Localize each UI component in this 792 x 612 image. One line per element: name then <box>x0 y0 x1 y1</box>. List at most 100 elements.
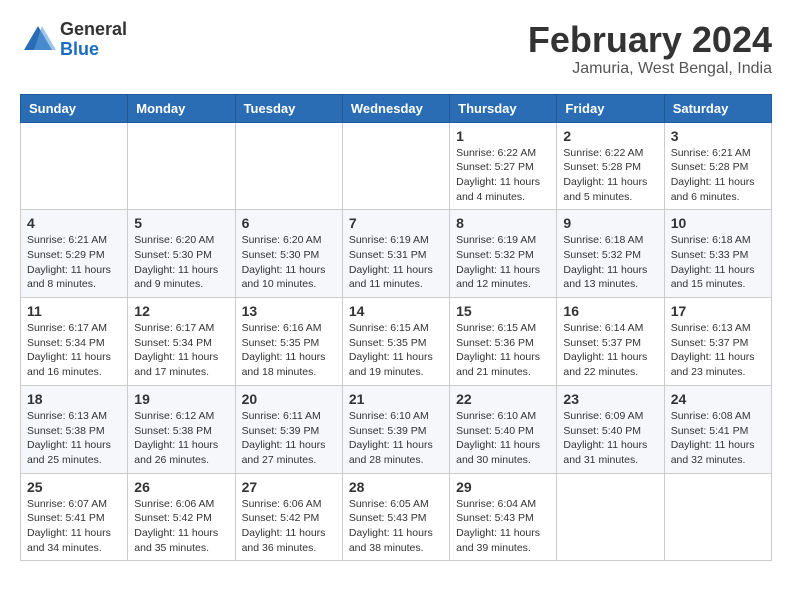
calendar-cell: 29Sunrise: 6:04 AM Sunset: 5:43 PM Dayli… <box>450 473 557 561</box>
day-info: Sunrise: 6:13 AM Sunset: 5:37 PM Dayligh… <box>671 321 765 380</box>
day-info: Sunrise: 6:18 AM Sunset: 5:32 PM Dayligh… <box>563 233 657 292</box>
day-number: 8 <box>456 215 550 231</box>
logo-icon <box>20 22 56 58</box>
day-number: 22 <box>456 391 550 407</box>
calendar-cell: 17 Sunrise: 6:13 AM Sunset: 5:37 PM Dayli… <box>664 298 771 386</box>
calendar-week-row: 11 Sunrise: 6:17 AM Sunset: 5:34 PM Dayli… <box>21 298 772 386</box>
day-number: 16 <box>563 303 657 319</box>
calendar-cell: 4 Sunrise: 6:21 AM Sunset: 5:29 PM Daylig… <box>21 210 128 298</box>
day-info: Sunrise: 6:05 AM Sunset: 5:43 PM Dayligh… <box>349 497 443 556</box>
day-number: 3 <box>671 128 765 144</box>
day-number: 5 <box>134 215 228 231</box>
calendar-day-header: Saturday <box>664 94 771 122</box>
day-info: Sunrise: 6:17 AM Sunset: 5:34 PM Dayligh… <box>134 321 228 380</box>
day-info: Sunrise: 6:18 AM Sunset: 5:33 PM Dayligh… <box>671 233 765 292</box>
day-number: 25 <box>27 479 121 495</box>
title-block: February 2024 Jamuria, West Bengal, Indi… <box>528 20 772 78</box>
day-info: Sunrise: 6:13 AM Sunset: 5:38 PM Dayligh… <box>27 409 121 468</box>
calendar-cell: 19 Sunrise: 6:12 AM Sunset: 5:38 PM Dayli… <box>128 385 235 473</box>
day-number: 19 <box>134 391 228 407</box>
day-number: 18 <box>27 391 121 407</box>
calendar-cell: 13 Sunrise: 6:16 AM Sunset: 5:35 PM Dayli… <box>235 298 342 386</box>
day-info: Sunrise: 6:09 AM Sunset: 5:40 PM Dayligh… <box>563 409 657 468</box>
subtitle: Jamuria, West Bengal, India <box>528 60 772 78</box>
calendar-cell: 6 Sunrise: 6:20 AM Sunset: 5:30 PM Daylig… <box>235 210 342 298</box>
calendar-cell: 12 Sunrise: 6:17 AM Sunset: 5:34 PM Dayli… <box>128 298 235 386</box>
day-info: Sunrise: 6:19 AM Sunset: 5:32 PM Dayligh… <box>456 233 550 292</box>
calendar-cell <box>664 473 771 561</box>
day-number: 28 <box>349 479 443 495</box>
calendar-week-row: 1 Sunrise: 6:22 AM Sunset: 5:27 PM Daylig… <box>21 122 772 210</box>
calendar-cell: 21 Sunrise: 6:10 AM Sunset: 5:39 PM Dayli… <box>342 385 449 473</box>
calendar-day-header: Wednesday <box>342 94 449 122</box>
calendar-cell: 2Sunrise: 6:22 AM Sunset: 5:28 PM Daylig… <box>557 122 664 210</box>
day-info: Sunrise: 6:20 AM Sunset: 5:30 PM Dayligh… <box>242 233 336 292</box>
calendar-week-row: 4 Sunrise: 6:21 AM Sunset: 5:29 PM Daylig… <box>21 210 772 298</box>
day-number: 26 <box>134 479 228 495</box>
calendar-week-row: 25 Sunrise: 6:07 AM Sunset: 5:41 PM Dayli… <box>21 473 772 561</box>
calendar-cell <box>128 122 235 210</box>
day-info: Sunrise: 6:12 AM Sunset: 5:38 PM Dayligh… <box>134 409 228 468</box>
day-number: 24 <box>671 391 765 407</box>
day-info: Sunrise: 6:06 AM Sunset: 5:42 PM Dayligh… <box>134 497 228 556</box>
day-info: Sunrise: 6:04 AM Sunset: 5:43 PM Dayligh… <box>456 497 550 556</box>
day-number: 12 <box>134 303 228 319</box>
calendar-cell: 15 Sunrise: 6:15 AM Sunset: 5:36 PM Dayli… <box>450 298 557 386</box>
calendar-header-row: SundayMondayTuesdayWednesdayThursdayFrid… <box>21 94 772 122</box>
day-number: 9 <box>563 215 657 231</box>
day-number: 15 <box>456 303 550 319</box>
calendar-cell: 11 Sunrise: 6:17 AM Sunset: 5:34 PM Dayli… <box>21 298 128 386</box>
day-info: Sunrise: 6:19 AM Sunset: 5:31 PM Dayligh… <box>349 233 443 292</box>
day-number: 2 <box>563 128 657 144</box>
calendar-day-header: Friday <box>557 94 664 122</box>
day-number: 14 <box>349 303 443 319</box>
day-number: 10 <box>671 215 765 231</box>
calendar-day-header: Thursday <box>450 94 557 122</box>
logo-general: General <box>60 19 127 39</box>
day-number: 4 <box>27 215 121 231</box>
day-number: 21 <box>349 391 443 407</box>
calendar-cell: 16 Sunrise: 6:14 AM Sunset: 5:37 PM Dayli… <box>557 298 664 386</box>
calendar-day-header: Monday <box>128 94 235 122</box>
calendar-cell: 18 Sunrise: 6:13 AM Sunset: 5:38 PM Dayli… <box>21 385 128 473</box>
day-info: Sunrise: 6:22 AM Sunset: 5:27 PM Dayligh… <box>456 146 550 205</box>
calendar-cell: 1 Sunrise: 6:22 AM Sunset: 5:27 PM Daylig… <box>450 122 557 210</box>
calendar-cell: 5 Sunrise: 6:20 AM Sunset: 5:30 PM Daylig… <box>128 210 235 298</box>
day-number: 23 <box>563 391 657 407</box>
day-info: Sunrise: 6:08 AM Sunset: 5:41 PM Dayligh… <box>671 409 765 468</box>
day-info: Sunrise: 6:16 AM Sunset: 5:35 PM Dayligh… <box>242 321 336 380</box>
day-number: 7 <box>349 215 443 231</box>
calendar-cell: 24 Sunrise: 6:08 AM Sunset: 5:41 PM Dayli… <box>664 385 771 473</box>
calendar-table: SundayMondayTuesdayWednesdayThursdayFrid… <box>20 94 772 562</box>
day-info: Sunrise: 6:15 AM Sunset: 5:35 PM Dayligh… <box>349 321 443 380</box>
day-info: Sunrise: 6:07 AM Sunset: 5:41 PM Dayligh… <box>27 497 121 556</box>
day-number: 6 <box>242 215 336 231</box>
calendar-cell: 27Sunrise: 6:06 AM Sunset: 5:42 PM Dayli… <box>235 473 342 561</box>
calendar-cell <box>557 473 664 561</box>
main-title: February 2024 <box>528 20 772 60</box>
day-info: Sunrise: 6:20 AM Sunset: 5:30 PM Dayligh… <box>134 233 228 292</box>
day-number: 11 <box>27 303 121 319</box>
calendar-cell <box>342 122 449 210</box>
calendar-cell <box>21 122 128 210</box>
calendar-cell: 26 Sunrise: 6:06 AM Sunset: 5:42 PM Dayli… <box>128 473 235 561</box>
calendar-cell: 9 Sunrise: 6:18 AM Sunset: 5:32 PM Daylig… <box>557 210 664 298</box>
day-info: Sunrise: 6:21 AM Sunset: 5:29 PM Dayligh… <box>27 233 121 292</box>
calendar-cell: 25 Sunrise: 6:07 AM Sunset: 5:41 PM Dayli… <box>21 473 128 561</box>
page-header: General Blue February 2024 Jamuria, West… <box>20 20 772 78</box>
calendar-cell: 7 Sunrise: 6:19 AM Sunset: 5:31 PM Daylig… <box>342 210 449 298</box>
calendar-cell: 14 Sunrise: 6:15 AM Sunset: 5:35 PM Dayli… <box>342 298 449 386</box>
day-number: 13 <box>242 303 336 319</box>
logo-text: General Blue <box>60 20 127 60</box>
calendar-cell: 10 Sunrise: 6:18 AM Sunset: 5:33 PM Dayli… <box>664 210 771 298</box>
day-info: Sunrise: 6:10 AM Sunset: 5:39 PM Dayligh… <box>349 409 443 468</box>
day-info: Sunrise: 6:14 AM Sunset: 5:37 PM Dayligh… <box>563 321 657 380</box>
day-info: Sunrise: 6:17 AM Sunset: 5:34 PM Dayligh… <box>27 321 121 380</box>
day-info: Sunrise: 6:15 AM Sunset: 5:36 PM Dayligh… <box>456 321 550 380</box>
day-info: Sunrise: 6:11 AM Sunset: 5:39 PM Dayligh… <box>242 409 336 468</box>
day-number: 17 <box>671 303 765 319</box>
day-number: 1 <box>456 128 550 144</box>
calendar-week-row: 18 Sunrise: 6:13 AM Sunset: 5:38 PM Dayli… <box>21 385 772 473</box>
calendar-cell: 22Sunrise: 6:10 AM Sunset: 5:40 PM Dayli… <box>450 385 557 473</box>
logo: General Blue <box>20 20 127 60</box>
